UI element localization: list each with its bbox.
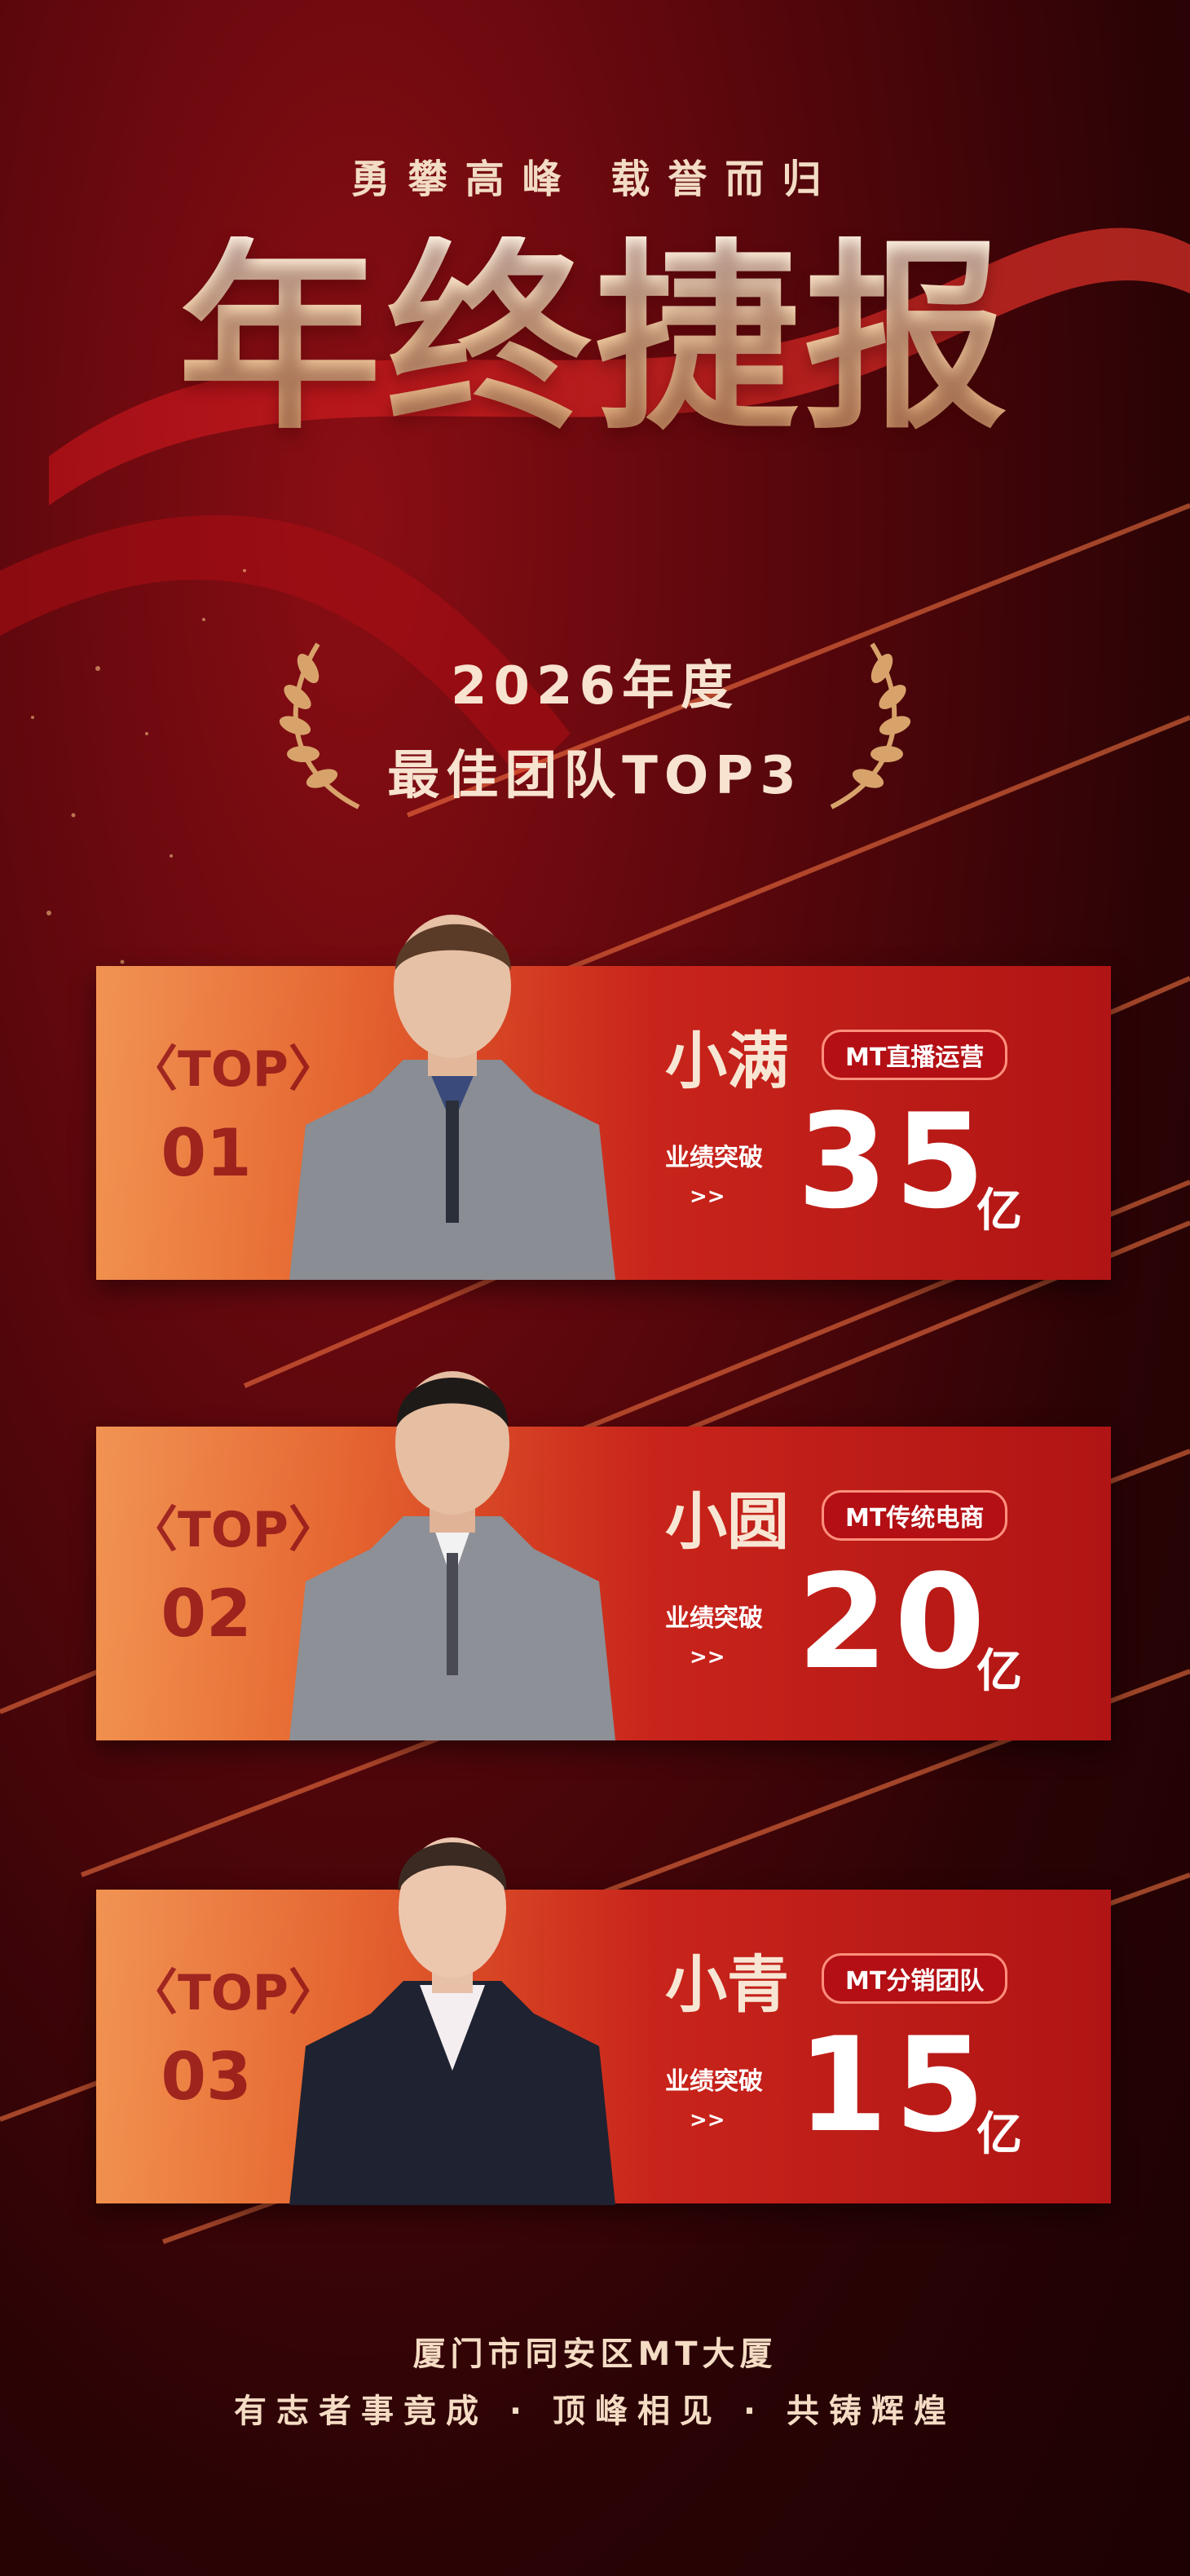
rank-block: 〈TOP〉 01: [129, 1030, 337, 1191]
performance-arrow: >>: [690, 2108, 725, 2133]
header-slogan: 勇攀高峰 载誉而归: [350, 157, 840, 202]
person-photo-3: [289, 1837, 615, 2205]
performance-label-block: 业绩突破 >>: [665, 1598, 763, 1670]
rank-number: 03: [161, 2039, 252, 2115]
person-photo-2: [289, 1371, 615, 1740]
performance-label-block: 业绩突破 >>: [665, 1137, 763, 1209]
poster: 勇攀高峰 载誉而归 年终捷报 2026年度 最佳团队TOP3 〈TOP〉 01: [0, 0, 1190, 2576]
performance-value: 20: [797, 1546, 992, 1698]
member-name: 小圆: [665, 1485, 789, 1558]
performance-label: 业绩突破: [665, 2067, 763, 2096]
performance-arrow: >>: [690, 1645, 725, 1670]
rank-number: 01: [161, 1115, 252, 1191]
performance-label: 业绩突破: [665, 1604, 763, 1633]
performance-value: 35: [797, 1085, 992, 1237]
footer-address: 厦门市同安区MT大厦: [412, 2336, 778, 2373]
team-badge: MT传统电商: [822, 1490, 1008, 1541]
rank-number: 02: [161, 1576, 252, 1652]
performance-value: 15: [797, 2009, 992, 2161]
team-badge: MT直播运营: [822, 1030, 1008, 1080]
performance-unit: 亿: [976, 1645, 1022, 1698]
rank-label: 〈TOP〉: [129, 1502, 337, 1559]
team-badge: MT分销团队: [822, 1953, 1008, 2004]
person-photo-1: [289, 915, 615, 1280]
performance-label-block: 业绩突破 >>: [665, 2061, 763, 2133]
award-title: 最佳团队TOP3: [387, 746, 803, 806]
rank-block: 〈TOP〉 02: [129, 1490, 337, 1652]
rank-block: 〈TOP〉 03: [129, 1953, 337, 2115]
award-heading: 2026年度 最佳团队TOP3: [0, 644, 1190, 809]
member-name: 小青: [665, 1948, 789, 2021]
footer-motto: 有志者事竟成 · 顶峰相见 · 共铸辉煌: [233, 2393, 957, 2430]
performance-unit: 亿: [976, 1184, 1022, 1237]
performance-arrow: >>: [690, 1184, 725, 1209]
header-title: 年终捷报: [0, 236, 1190, 440]
performance-label: 业绩突破: [665, 1144, 763, 1172]
rank-label: 〈TOP〉: [129, 1041, 337, 1098]
member-name: 小满: [665, 1025, 789, 1097]
rank-label: 〈TOP〉: [129, 1965, 337, 2022]
award-year: 2026年度: [450, 656, 740, 717]
performance-unit: 亿: [976, 2108, 1022, 2161]
